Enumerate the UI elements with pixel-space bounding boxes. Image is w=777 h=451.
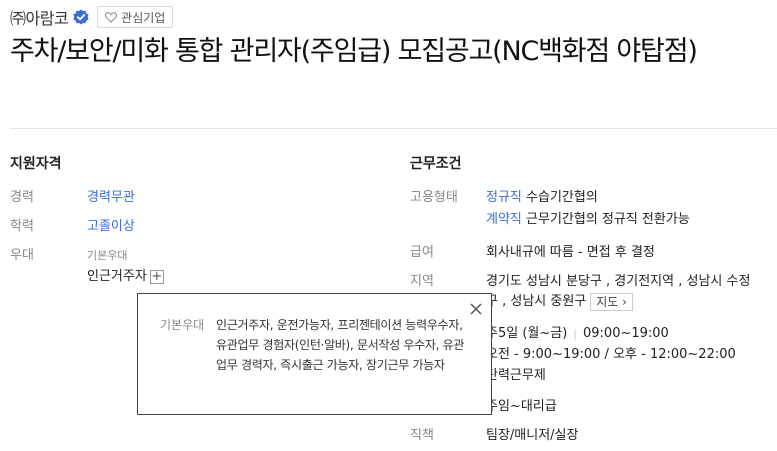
map-button-label: 지도 [596, 294, 619, 309]
education-value[interactable]: 고졸이상 [87, 215, 135, 234]
region-line-2: 구 , 성남시 중원구 [486, 294, 587, 309]
employment-desc-contract: 근무기간협의 정규직 전환가능 [526, 212, 690, 227]
employment-row-2: 계약직 근무기간협의 정규직 전환가능 [486, 208, 690, 227]
schedule-days: 주5일 (월~금) [486, 326, 568, 341]
verified-badge-icon [73, 9, 89, 25]
conditions-heading: 근무조건 [410, 156, 462, 172]
region-label: 지역 [410, 274, 434, 289]
employment-type-contract[interactable]: 계약직 [486, 212, 522, 227]
heart-icon [105, 11, 118, 23]
employment-desc-regular: 수습기간협의 [526, 190, 598, 205]
employment-label: 고용형태 [410, 190, 458, 205]
rank-value: 주임~대리급 [486, 399, 557, 414]
preference-sub-label: 기본우대 [87, 249, 128, 262]
company-header: ㈜아람코 관심기업 [10, 5, 174, 29]
close-icon[interactable] [469, 302, 483, 316]
region-line-2-row: 구 , 성남시 중원구 지도 › [486, 290, 633, 311]
schedule-shift: 오전 - 9:00~19:00 / 오후 - 12:00~22:00 [486, 347, 736, 362]
favorite-label: 관심기업 [121, 10, 166, 25]
expand-plus-icon[interactable]: + [149, 269, 164, 284]
separator: | [573, 327, 577, 340]
employment-type-regular[interactable]: 정규직 [486, 190, 522, 205]
preference-item: 인근거주자 + [87, 265, 164, 284]
salary-label: 급여 [410, 245, 434, 260]
popup-label: 기본우대 [160, 318, 205, 332]
popup-text: 인근거주자, 운전가능자, 프리젠테이션 능력우수자, 유관업무 경험자(인턴·… [216, 318, 465, 372]
schedule-row: 주5일 (월~금) | 09:00~19:00 [486, 322, 669, 341]
qualifications-heading: 지원자격 [10, 156, 62, 172]
experience-value[interactable]: 경력무관 [87, 186, 135, 205]
preference-popup: 기본우대 인근거주자, 운전가능자, 프리젠테이션 능력우수자, 유관업무 경험… [137, 293, 492, 415]
employment-row-1: 정규직 수습기간협의 [486, 186, 598, 205]
region-line-1: 경기도 성남시 분당구 , 경기전지역 , 성남시 수정 [486, 274, 751, 289]
position-value: 팀장/매니저/실장 [486, 428, 579, 443]
schedule-time: 09:00~19:00 [583, 326, 669, 341]
divider [10, 128, 777, 129]
company-name[interactable]: ㈜아람코 [10, 5, 69, 29]
education-label: 학력 [10, 219, 34, 234]
preference-label: 우대 [10, 248, 34, 263]
favorite-company-button[interactable]: 관심기업 [97, 6, 174, 28]
job-title: 주차/보안/미화 통합 관리자(주임급) 모집공고(NC백화점 야탑점) [10, 36, 698, 67]
position-label: 직책 [410, 428, 434, 443]
preference-value: 인근거주자 [87, 269, 147, 284]
salary-value: 회사내규에 따름 - 면접 후 결정 [486, 245, 655, 260]
experience-label: 경력 [10, 190, 34, 205]
schedule-flex: 탄력근무제 [486, 368, 546, 383]
map-button[interactable]: 지도 › [590, 292, 633, 311]
